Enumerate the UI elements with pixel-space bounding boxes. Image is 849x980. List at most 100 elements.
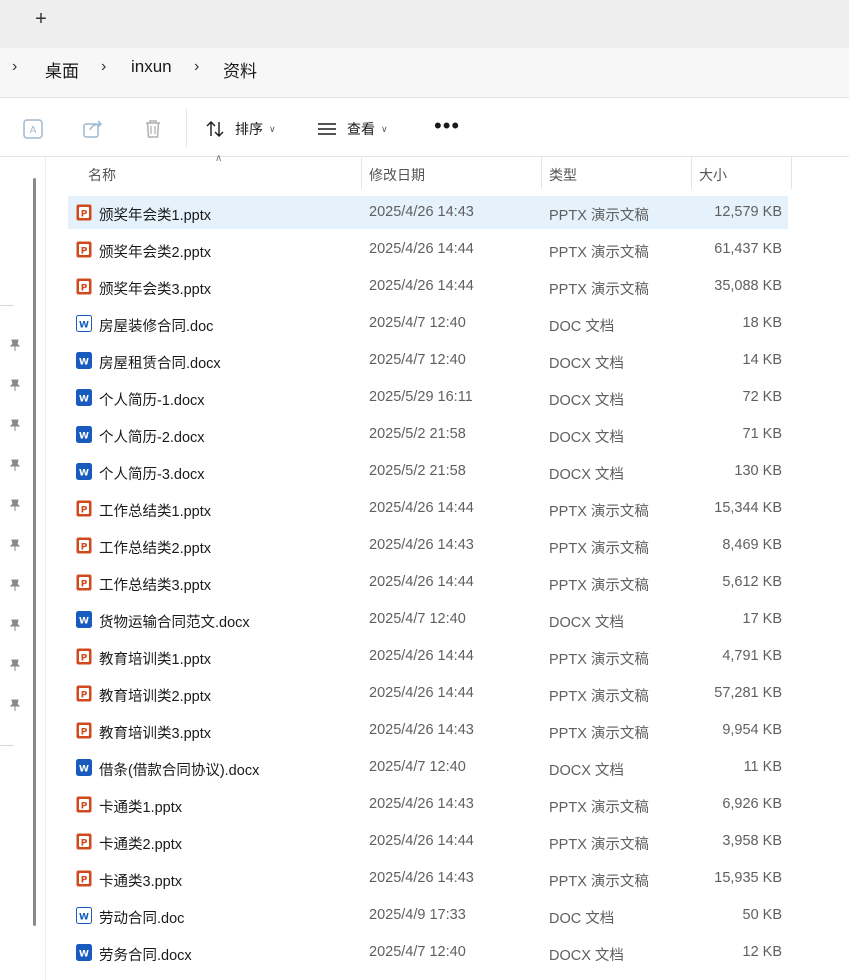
file-modified-date: 2025/4/26 14:43 [369, 537, 474, 553]
word-file-icon: W [76, 315, 92, 332]
file-type: DOCX 文档 [549, 948, 624, 964]
file-row[interactable]: P 教育培训类2.pptx 2025/4/26 14:44 PPTX 演示文稿 57,2… [68, 677, 788, 710]
file-modified-date: 2025/4/26 14:44 [369, 685, 474, 701]
column-header-date[interactable]: 修改日期 [369, 157, 425, 189]
tab-strip: + [0, 0, 849, 40]
file-row[interactable]: P 工作总结类2.pptx 2025/4/26 14:43 PPTX 演示文稿 8,46… [68, 529, 788, 562]
file-row[interactable]: P 颁奖年会类2.pptx 2025/4/26 14:44 PPTX 演示文稿 61,4… [68, 233, 788, 266]
file-row[interactable]: P 卡通类3.pptx 2025/4/26 14:43 PPTX 演示文稿 15,935… [68, 862, 788, 895]
new-tab-button[interactable]: + [28, 6, 54, 32]
file-row[interactable]: W 借条(借款合同协议).docx 2025/4/7 12:40 DOCX 文档 11 … [68, 751, 788, 784]
svg-text:P: P [81, 728, 88, 738]
file-name: 工作总结类3.pptx [99, 578, 211, 594]
column-header-type[interactable]: 类型 [549, 157, 577, 189]
file-row[interactable]: P 工作总结类1.pptx 2025/4/26 14:44 PPTX 演示文稿 15,3… [68, 492, 788, 525]
file-name: 工作总结类2.pptx [99, 541, 211, 557]
breadcrumb-ziliao[interactable]: 资料 [223, 57, 257, 82]
pin-icon[interactable] [8, 418, 22, 432]
chevron-right-icon[interactable]: › [12, 58, 17, 76]
pin-icon[interactable] [8, 698, 22, 712]
share-icon[interactable] [81, 117, 105, 141]
column-divider[interactable] [791, 157, 792, 189]
file-modified-date: 2025/4/26 14:44 [369, 278, 474, 294]
column-header-name[interactable]: 名称 [88, 157, 116, 189]
file-name: 颁奖年会类2.pptx [99, 245, 211, 261]
pin-icon[interactable] [8, 498, 22, 512]
file-size: 4,791 KB [722, 648, 782, 664]
file-row[interactable]: P 卡通类2.pptx 2025/4/26 14:44 PPTX 演示文稿 3,958 … [68, 825, 788, 858]
file-name: 房屋装修合同.doc [99, 319, 214, 335]
file-name: 个人简历-2.docx [99, 430, 205, 446]
svg-text:W: W [79, 950, 89, 960]
file-size: 14 KB [742, 352, 783, 368]
translate-icon[interactable]: A [21, 117, 45, 141]
chevron-right-icon[interactable]: › [101, 58, 106, 76]
column-divider[interactable] [361, 157, 362, 189]
file-row[interactable]: W 劳务合同.docx 2025/4/7 12:40 DOCX 文档 12 KB [68, 936, 788, 969]
svg-text:P: P [81, 210, 88, 220]
svg-text:P: P [81, 839, 88, 849]
svg-text:W: W [79, 913, 89, 923]
sort-ascending-icon: ∧ [215, 153, 223, 164]
view-button[interactable]: 查看 ∨ [317, 117, 388, 141]
file-name: 货物运输合同范文.docx [99, 615, 250, 631]
pin-icon[interactable] [8, 618, 22, 632]
file-size: 6,926 KB [722, 796, 782, 812]
file-row[interactable]: W 个人简历-1.docx 2025/5/29 16:11 DOCX 文档 72 KB [68, 381, 788, 414]
pin-icon[interactable] [8, 458, 22, 472]
file-modified-date: 2025/5/2 21:58 [369, 463, 466, 479]
file-row[interactable]: P 教育培训类3.pptx 2025/4/26 14:43 PPTX 演示文稿 9,95… [68, 714, 788, 747]
file-type: PPTX 演示文稿 [549, 245, 649, 261]
file-row[interactable]: P 工作总结类3.pptx 2025/4/26 14:44 PPTX 演示文稿 5,61… [68, 566, 788, 599]
breadcrumb-desktop[interactable]: 桌面 [45, 57, 79, 82]
file-modified-date: 2025/4/7 12:40 [369, 759, 466, 775]
file-row[interactable]: P 教育培训类1.pptx 2025/4/26 14:44 PPTX 演示文稿 4,79… [68, 640, 788, 673]
trash-icon[interactable] [141, 117, 165, 141]
column-header-size[interactable]: 大小 [699, 157, 727, 189]
file-modified-date: 2025/4/7 12:40 [369, 611, 466, 627]
pin-icon[interactable] [8, 578, 22, 592]
file-row[interactable]: P 卡通类1.pptx 2025/4/26 14:43 PPTX 演示文稿 6,926 … [68, 788, 788, 821]
toolbar-divider [186, 109, 187, 147]
file-row[interactable]: P 颁奖年会类3.pptx 2025/4/26 14:44 PPTX 演示文稿 35,0… [68, 270, 788, 303]
file-size: 17 KB [742, 611, 783, 627]
column-divider[interactable] [541, 157, 542, 189]
file-name: 个人简历-3.docx [99, 467, 205, 483]
file-type: PPTX 演示文稿 [549, 504, 649, 520]
powerpoint-file-icon: P [76, 574, 92, 591]
nav-divider [0, 745, 14, 746]
breadcrumb-inxun[interactable]: inxun [131, 57, 172, 77]
sort-label: 排序 [235, 121, 263, 137]
sort-button[interactable]: 排序 ∨ [205, 117, 276, 141]
pin-icon[interactable] [8, 378, 22, 392]
pin-icon[interactable] [8, 538, 22, 552]
file-row[interactable]: W 个人简历-2.docx 2025/5/2 21:58 DOCX 文档 71 KB [68, 418, 788, 451]
file-size: 61,437 KB [714, 241, 782, 257]
svg-text:A: A [30, 125, 37, 136]
powerpoint-file-icon: P [76, 241, 92, 258]
file-row[interactable]: W 个人简历-3.docx 2025/5/2 21:58 DOCX 文档 130 KB [68, 455, 788, 488]
svg-text:W: W [79, 617, 89, 627]
file-type: PPTX 演示文稿 [549, 874, 649, 890]
chevron-down-icon: ∨ [381, 123, 388, 134]
nav-scrollbar[interactable] [33, 178, 36, 926]
more-options-button[interactable]: ••• [434, 115, 460, 137]
file-size: 35,088 KB [714, 278, 782, 294]
file-row[interactable]: W 房屋装修合同.doc 2025/4/7 12:40 DOC 文档 18 KB [68, 307, 788, 340]
file-type: PPTX 演示文稿 [549, 578, 649, 594]
pin-icon[interactable] [8, 658, 22, 672]
file-name: 教育培训类3.pptx [99, 726, 211, 742]
pin-icon[interactable] [8, 338, 22, 352]
file-row[interactable]: W 劳动合同.doc 2025/4/9 17:33 DOC 文档 50 KB [68, 899, 788, 932]
file-size: 71 KB [742, 426, 783, 442]
address-bar[interactable]: › 桌面 › inxun › 资料 [0, 48, 849, 98]
column-divider[interactable] [691, 157, 692, 189]
file-name: 个人简历-1.docx [99, 393, 205, 409]
powerpoint-file-icon: P [76, 648, 92, 665]
chevron-right-icon[interactable]: › [194, 58, 199, 76]
file-row[interactable]: W 货物运输合同范文.docx 2025/4/7 12:40 DOCX 文档 17 KB [68, 603, 788, 636]
file-row[interactable]: P 颁奖年会类1.pptx 2025/4/26 14:43 PPTX 演示文稿 12,5… [68, 196, 788, 229]
file-row[interactable]: W 房屋租赁合同.docx 2025/4/7 12:40 DOCX 文档 14 KB [68, 344, 788, 377]
file-type: DOCX 文档 [549, 430, 624, 446]
navigation-pane[interactable] [0, 157, 46, 980]
